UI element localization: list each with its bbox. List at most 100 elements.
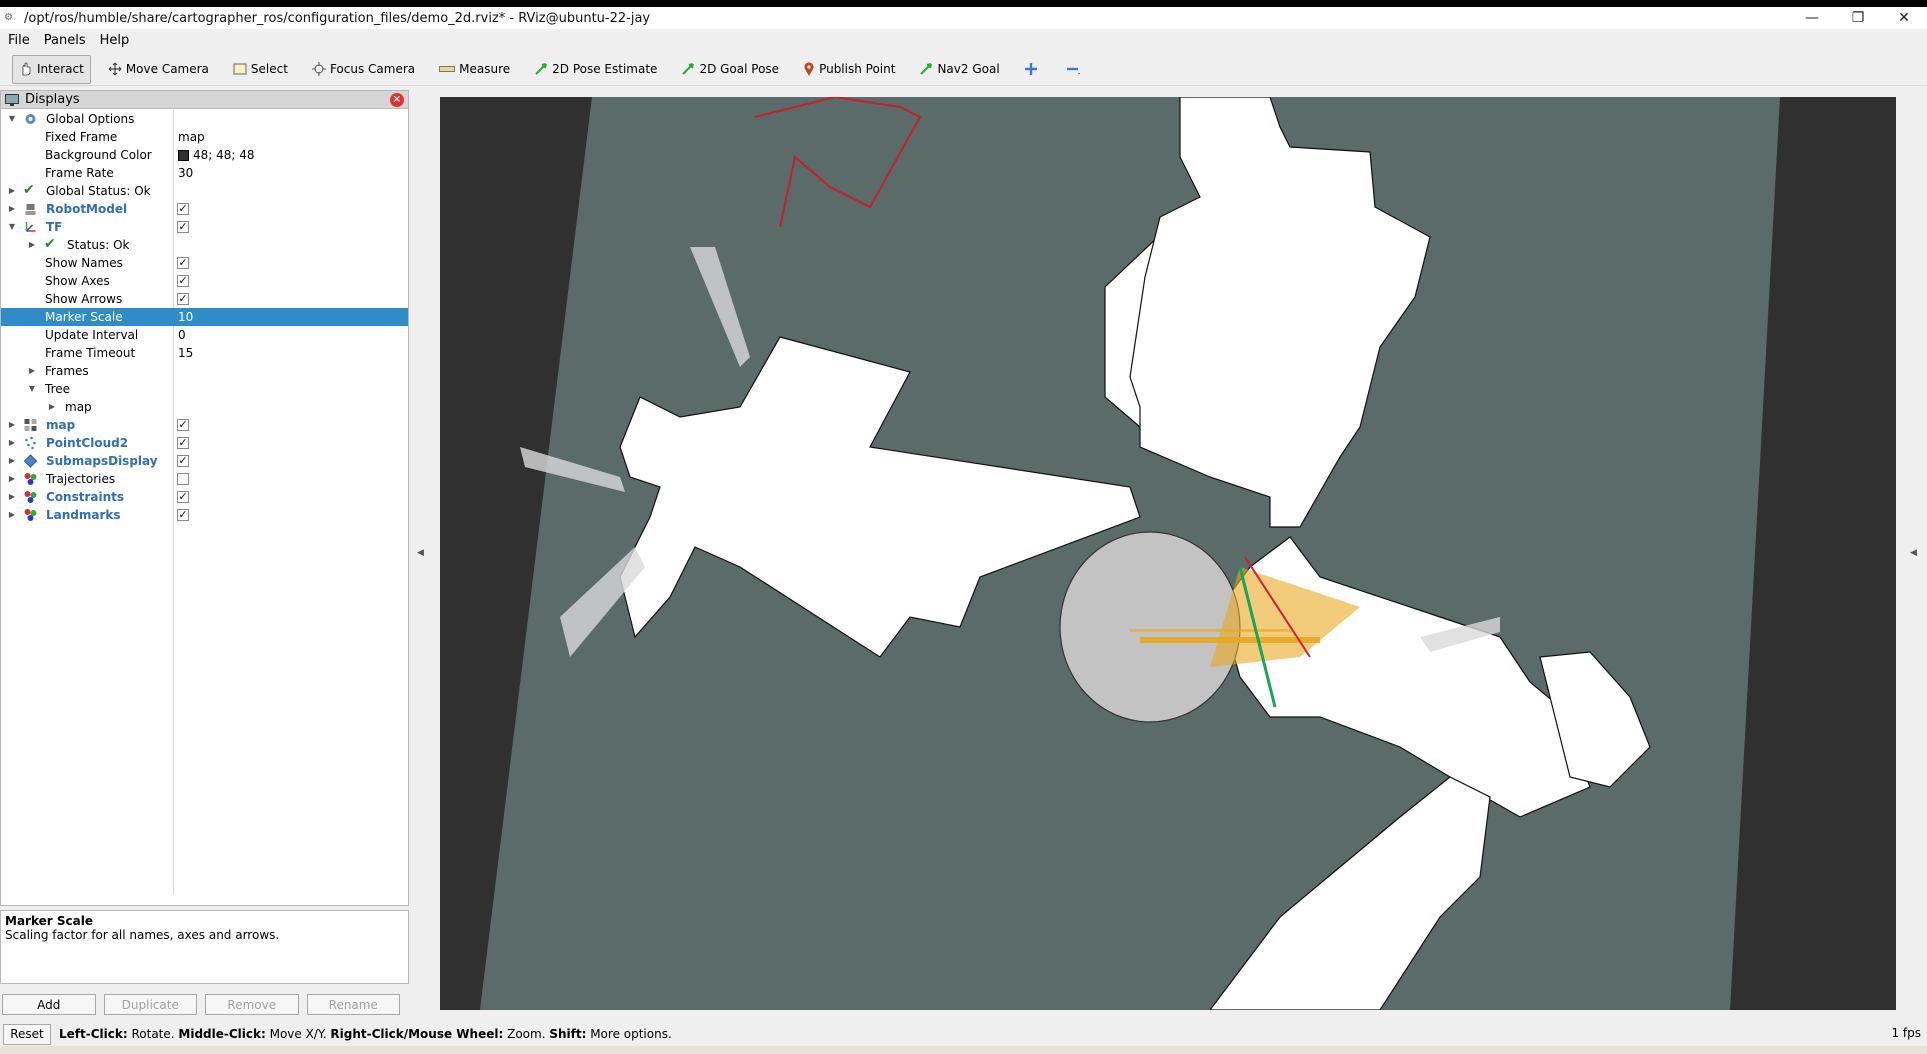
pointcloud2-checkbox[interactable]: ✓ (177, 437, 189, 449)
frame-timeout-value[interactable]: 15 (178, 344, 193, 362)
expand-closed-icon[interactable]: ▶ (26, 362, 38, 380)
tree-row-show-names[interactable]: Show Names ✓ (1, 254, 408, 272)
expand-closed-icon[interactable]: ▶ (6, 488, 18, 506)
tool-2d-pose-estimate[interactable]: 2D Pose Estimate (527, 55, 664, 84)
menu-help[interactable]: Help (100, 33, 130, 48)
restore-button[interactable]: ❐ (1835, 7, 1881, 29)
robotmodel-checkbox[interactable]: ✓ (177, 203, 189, 215)
add-tool-button[interactable] (1017, 55, 1049, 84)
background-color-value[interactable]: 48; 48; 48 (178, 146, 255, 164)
tree-row-trajectories[interactable]: ▶ Trajectories (1, 470, 408, 488)
tree-row-frame-rate[interactable]: Frame Rate 30 (1, 164, 408, 182)
tree-row-map[interactable]: ▶ map ✓ (1, 416, 408, 434)
expand-closed-icon[interactable]: ▶ (6, 416, 18, 434)
tool-measure[interactable]: Measure (432, 55, 517, 84)
minimize-button[interactable]: — (1789, 7, 1835, 29)
landmarks-checkbox[interactable]: ✓ (177, 509, 189, 521)
minus-icon (1066, 67, 1080, 75)
tool-select[interactable]: Select (226, 55, 295, 84)
tree-label: Update Interval (45, 328, 139, 342)
expand-open-icon[interactable]: ▼ (26, 380, 38, 398)
left-splitter[interactable]: ◀ (411, 90, 436, 1016)
collapse-right-icon[interactable]: ◀ (1910, 548, 1917, 558)
expand-open-icon[interactable]: ▼ (6, 218, 18, 236)
map-checkbox[interactable]: ✓ (177, 419, 189, 431)
color-swatch (178, 149, 189, 161)
tree-row-global-options[interactable]: ▼ Global Options (1, 110, 408, 128)
tree-row-tree-map[interactable]: ▶ map (1, 398, 408, 416)
displays-panel: Displays × ▼ Global Options Fixed Frame … (0, 90, 409, 906)
tree-row-robotmodel[interactable]: ▶ RobotModel ✓ (1, 200, 408, 218)
tree-row-pointcloud2[interactable]: ▶ PointCloud2 ✓ (1, 434, 408, 452)
right-splitter[interactable]: ◀ (1902, 90, 1927, 1016)
menu-file[interactable]: File (8, 33, 30, 48)
window-controls: — ❐ ✕ (1789, 7, 1927, 29)
tool-nav2-goal[interactable]: Nav2 Goal (912, 55, 1006, 84)
menu-panels[interactable]: Panels (44, 33, 86, 48)
tree-row-frame-timeout[interactable]: Frame Timeout 15 (1, 344, 408, 362)
update-interval-value[interactable]: 0 (178, 326, 186, 344)
tree-row-update-interval[interactable]: Update Interval 0 (1, 326, 408, 344)
collapse-left-icon[interactable]: ◀ (417, 548, 424, 558)
expand-closed-icon[interactable]: ▶ (26, 236, 38, 254)
hand-icon (22, 62, 31, 76)
tree-row-tf[interactable]: ▼ TF ✓ (1, 218, 408, 236)
add-button[interactable]: Add (2, 994, 96, 1015)
expand-closed-icon[interactable]: ▶ (46, 398, 58, 416)
expand-open-icon[interactable]: ▼ (6, 110, 18, 128)
description-text: Scaling factor for all names, axes and a… (5, 928, 280, 942)
marker-scale-value[interactable]: 10 (178, 308, 193, 326)
tree-row-landmarks[interactable]: ▶ Landmarks ✓ (1, 506, 408, 524)
rename-button[interactable]: Rename (306, 994, 400, 1015)
tree-label: map (46, 418, 76, 432)
tf-checkbox[interactable]: ✓ (177, 221, 189, 233)
tool-focus-camera[interactable]: Focus Camera (305, 55, 422, 84)
tree-row-submapsdisplay[interactable]: ▶ SubmapsDisplay ✓ (1, 452, 408, 470)
expand-closed-icon[interactable]: ▶ (6, 182, 18, 200)
mouse-hint: Left-Click: Rotate. Middle-Click: Move X… (59, 1027, 672, 1041)
show-arrows-checkbox[interactable]: ✓ (177, 293, 189, 305)
expand-closed-icon[interactable]: ▶ (6, 200, 18, 218)
diamond-icon (23, 454, 38, 468)
tool-2d-goal-pose[interactable]: 2D Goal Pose (674, 55, 786, 84)
panel-close-icon[interactable]: × (390, 93, 404, 107)
expand-closed-icon[interactable]: ▶ (6, 470, 18, 488)
submaps-checkbox[interactable]: ✓ (177, 455, 189, 467)
reset-button[interactable]: Reset (3, 1023, 51, 1045)
tree-row-constraints[interactable]: ▶ Constraints ✓ (1, 488, 408, 506)
tool-interact[interactable]: Interact (12, 54, 91, 84)
tool-move-camera[interactable]: Move Camera (101, 55, 216, 84)
frame-rate-value[interactable]: 30 (178, 164, 193, 182)
tree-row-tree[interactable]: ▼ Tree (1, 380, 408, 398)
displays-panel-header: Displays × (1, 91, 408, 109)
hint-key: Middle-Click: (178, 1027, 266, 1041)
tree-row-show-arrows[interactable]: Show Arrows ✓ (1, 290, 408, 308)
markers-icon (24, 473, 37, 485)
expand-closed-icon[interactable]: ▶ (6, 506, 18, 524)
tree-label: Global Status: Ok (46, 184, 151, 198)
show-axes-checkbox[interactable]: ✓ (177, 275, 189, 287)
tree-label: Status: Ok (67, 238, 130, 252)
expand-closed-icon[interactable]: ▶ (6, 434, 18, 452)
description-title: Marker Scale (5, 914, 93, 928)
duplicate-button[interactable]: Duplicate (103, 994, 197, 1015)
tree-row-show-axes[interactable]: Show Axes ✓ (1, 272, 408, 290)
remove-button[interactable]: Remove (205, 994, 299, 1015)
constraints-checkbox[interactable]: ✓ (177, 491, 189, 503)
fixed-frame-value[interactable]: map (178, 128, 205, 146)
tree-row-fixed-frame[interactable]: Fixed Frame map (1, 128, 408, 146)
tree-row-global-status[interactable]: ▶ ✔ Global Status: Ok (1, 182, 408, 200)
tree-label: SubmapsDisplay (46, 454, 158, 468)
remove-tool-button[interactable] (1059, 55, 1093, 84)
expand-closed-icon[interactable]: ▶ (6, 452, 18, 470)
trajectories-checkbox[interactable] (177, 473, 189, 485)
tree-row-frames[interactable]: ▶ Frames (1, 362, 408, 380)
tool-publish-point[interactable]: Publish Point (796, 55, 902, 84)
color-value-text: 48; 48; 48 (193, 148, 255, 162)
show-names-checkbox[interactable]: ✓ (177, 257, 189, 269)
tree-row-background-color[interactable]: Background Color 48; 48; 48 (1, 146, 408, 164)
close-window-button[interactable]: ✕ (1881, 7, 1927, 29)
tree-row-marker-scale[interactable]: Marker Scale 10 (1, 308, 408, 326)
tree-row-tf-status[interactable]: ▶ ✔ Status: Ok (1, 236, 408, 254)
render-viewport[interactable] (440, 97, 1896, 1010)
